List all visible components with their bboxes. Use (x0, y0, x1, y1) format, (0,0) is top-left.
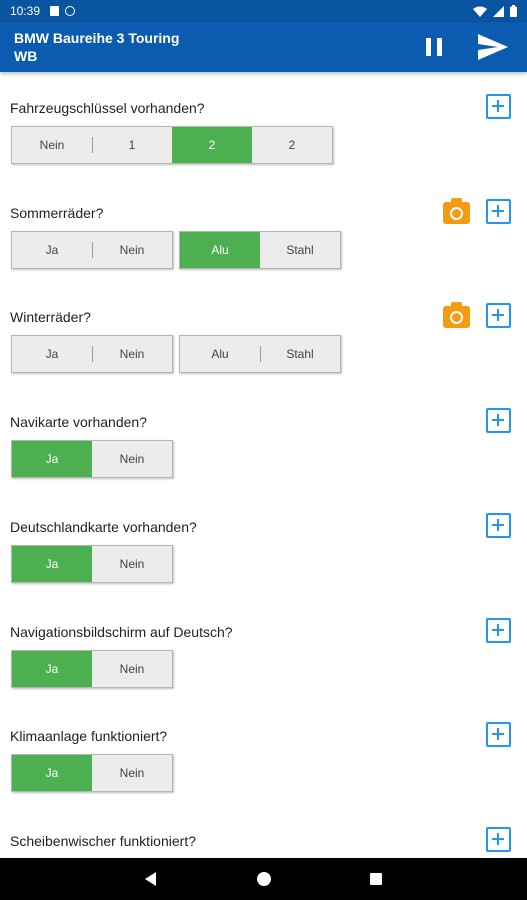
wifi-icon (473, 6, 487, 17)
question-label: Sommerräder? (10, 205, 104, 221)
option-group: Ja Nein (11, 440, 173, 478)
camera-icon[interactable] (443, 302, 470, 328)
system-nav-bar (0, 858, 527, 900)
option-button[interactable]: Nein (92, 232, 172, 268)
option-button[interactable]: Stahl (260, 336, 340, 372)
add-note-icon[interactable] (486, 408, 511, 433)
question-label: Klimaanlage funktioniert? (10, 728, 168, 744)
option-button[interactable]: Nein (12, 127, 92, 163)
option-group: Alu Stahl (179, 335, 341, 373)
battery-icon (510, 5, 517, 17)
option-button[interactable]: Nein (92, 441, 172, 477)
system-icons (473, 5, 517, 17)
add-note-icon[interactable] (486, 827, 511, 852)
sync-icon (65, 6, 76, 16)
option-button[interactable]: Stahl (260, 232, 340, 268)
option-group: Ja Nein (11, 231, 173, 269)
option-button[interactable]: Nein (92, 755, 172, 791)
status-time: 10:39 (10, 4, 41, 18)
app-bar: BMW Baureihe 3 Touring WB (0, 22, 527, 72)
pause-icon[interactable] (422, 35, 446, 59)
home-icon[interactable] (257, 872, 271, 886)
vehicle-title: BMW Baureihe 3 Touring (14, 30, 180, 46)
option-group: Alu Stahl (179, 231, 341, 269)
option-button[interactable]: Ja (12, 546, 92, 582)
option-button[interactable]: Nein (92, 651, 172, 687)
add-note-icon[interactable] (486, 618, 511, 643)
question-label: Deutschlandkarte vorhanden? (10, 519, 197, 535)
add-note-icon[interactable] (486, 513, 511, 538)
add-note-icon[interactable] (486, 199, 511, 224)
option-group: Ja Nein (11, 335, 173, 373)
camera-icon[interactable] (443, 198, 470, 224)
checklist: Fahrzeugschlüssel vorhanden? Nein 1 2 2 Somme… (0, 72, 527, 858)
option-button[interactable]: Ja (12, 441, 92, 477)
option-group: Ja Nein (11, 650, 173, 688)
question-label: Scheibenwischer funktioniert? (10, 833, 196, 849)
option-button[interactable]: Ja (12, 651, 92, 687)
option-button[interactable]: Alu (180, 232, 260, 268)
send-icon[interactable] (476, 32, 510, 62)
back-icon[interactable] (145, 872, 156, 886)
option-group: Ja Nein (11, 545, 173, 583)
option-button[interactable]: Ja (12, 336, 92, 372)
add-note-icon[interactable] (486, 722, 511, 747)
add-note-icon[interactable] (486, 94, 511, 119)
option-button[interactable]: Ja (12, 232, 92, 268)
recents-icon[interactable] (370, 873, 382, 885)
option-group: Ja Nein (11, 754, 173, 792)
question-label: Navigationsbildschirm auf Deutsch? (10, 624, 233, 640)
option-button[interactable]: Ja (12, 755, 92, 791)
option-button[interactable]: 2 (252, 127, 332, 163)
question-label: Fahrzeugschlüssel vorhanden? (10, 100, 205, 116)
question-label: Winterräder? (10, 309, 91, 325)
option-group: Nein 1 2 2 (11, 126, 333, 164)
option-button[interactable]: 1 (92, 127, 172, 163)
option-button[interactable]: Alu (180, 336, 260, 372)
vehicle-subtitle: WB (14, 48, 38, 64)
notification-icons (50, 6, 76, 16)
status-bar: 10:39 (0, 0, 527, 22)
option-button[interactable]: 2 (172, 127, 252, 163)
option-button[interactable]: Nein (92, 546, 172, 582)
notification-icon (50, 6, 60, 16)
option-button[interactable]: Nein (92, 336, 172, 372)
add-note-icon[interactable] (486, 303, 511, 328)
cellular-icon (493, 5, 504, 17)
question-label: Navikarte vorhanden? (10, 414, 147, 430)
